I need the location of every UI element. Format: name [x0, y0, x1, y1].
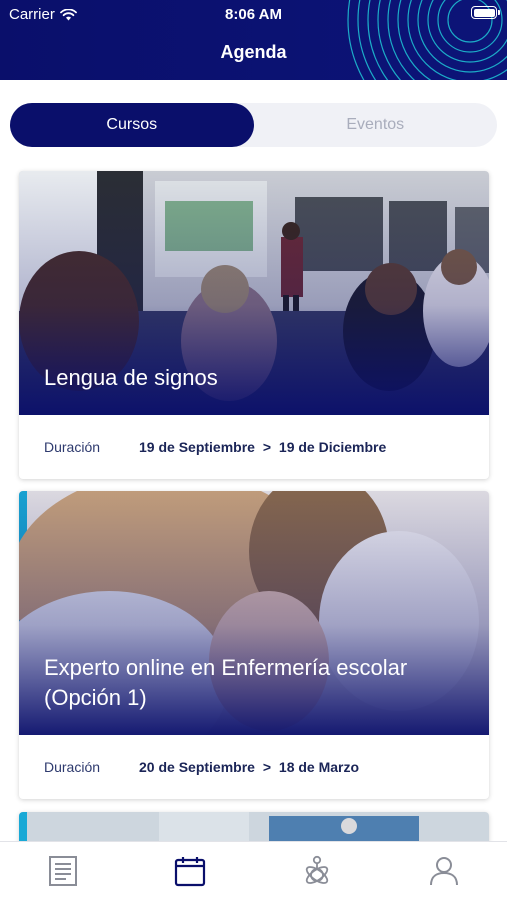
end-date: 18 de Marzo: [278, 759, 360, 775]
profile-icon: [429, 857, 458, 886]
course-card[interactable]: Lengua de signos Duración 19 de Septiemb…: [19, 171, 489, 479]
course-duration: Duración 20 de Septiembre > 18 de Marzo: [19, 735, 489, 799]
course-title: Lengua de signos: [44, 365, 218, 390]
tab-news[interactable]: [0, 842, 127, 900]
segmented-control: Cursos Eventos: [10, 103, 497, 147]
molecule-icon: [305, 855, 329, 884]
course-image: Experto online en Enfermería escolar (Op…: [19, 491, 489, 735]
duration-dates: 19 de Septiembre > 19 de Diciembre: [139, 439, 386, 455]
segment-eventos[interactable]: Eventos: [254, 103, 498, 147]
start-date: 19 de Septiembre: [139, 439, 255, 455]
course-title: Experto online en Enfermería escolar (Op…: [44, 655, 408, 710]
start-date: 20 de Septiembre: [139, 759, 255, 775]
tab-agenda[interactable]: [127, 842, 254, 900]
duration-dates: 20 de Septiembre > 18 de Marzo: [139, 759, 359, 775]
end-date: 19 de Diciembre: [278, 439, 387, 455]
calendar-icon: [175, 857, 206, 887]
tab-bar: [0, 841, 507, 900]
course-card[interactable]: Experto online en Enfermería escolar (Op…: [19, 491, 489, 799]
duration-label: Duración: [44, 759, 101, 775]
segment-cursos[interactable]: Cursos: [10, 103, 254, 147]
duration-label: Duración: [44, 439, 101, 455]
document-icon: [49, 856, 78, 886]
date-separator: >: [262, 759, 272, 775]
status-bar: Carrier 8:06 AM: [0, 0, 507, 28]
date-separator: >: [262, 439, 272, 455]
page-title: Agenda: [220, 42, 287, 62]
tab-services[interactable]: [254, 842, 381, 900]
clock: 8:06 AM: [225, 6, 282, 23]
tab-profile[interactable]: [380, 842, 507, 900]
navigation-header: Carrier 8:06 AM Agenda: [0, 0, 507, 80]
course-image: Lengua de signos: [19, 171, 489, 415]
battery-icon: [471, 6, 500, 19]
course-duration: Duración 19 de Septiembre > 19 de Diciem…: [19, 415, 489, 479]
